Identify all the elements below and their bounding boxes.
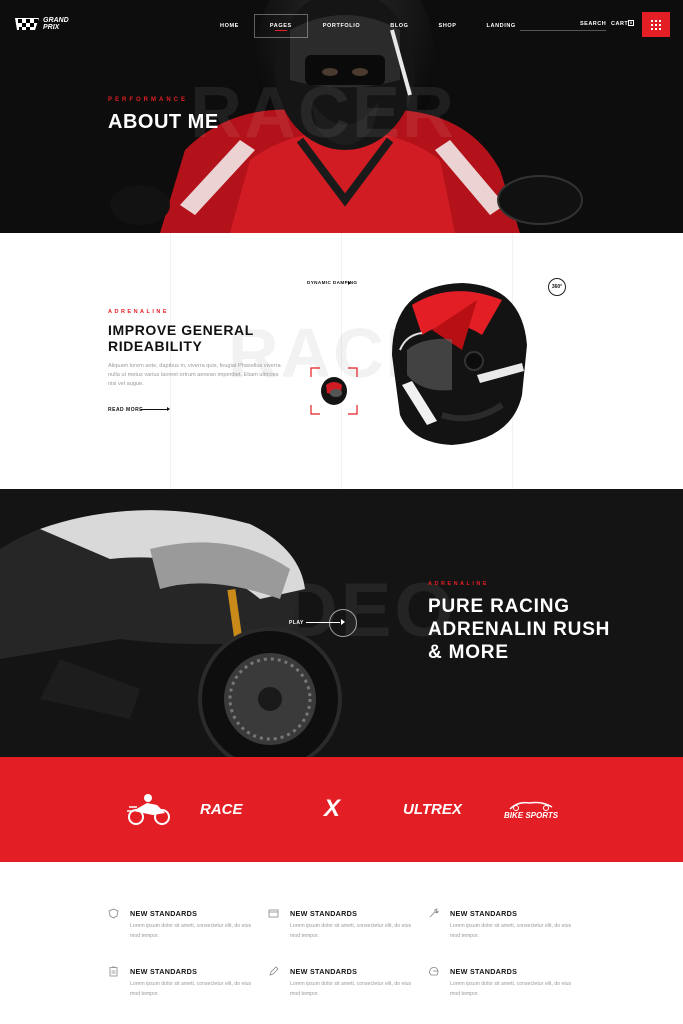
read-more-link[interactable]: READ MORE — [108, 407, 143, 413]
feature-body: Lorem ipsum dolor sit ameti, consectetur… — [130, 981, 252, 997]
nav-item-home[interactable]: HOME — [205, 14, 254, 38]
helmet-thumbnail[interactable] — [310, 367, 358, 415]
play-arrow-icon — [348, 281, 351, 285]
nav-item-pages[interactable]: PAGES — [253, 14, 308, 38]
page-title: ABOUT ME — [108, 111, 219, 133]
wrench-icon — [429, 908, 439, 918]
logo-line-2: PRIX — [43, 24, 60, 31]
logo-text: GRAND PRIX — [43, 17, 83, 31]
product-description: Aliquam lorem ante, dapibus in, viverra … — [108, 363, 281, 387]
window-icon — [268, 909, 279, 918]
moto-rider-logo — [127, 794, 170, 825]
pen-icon — [269, 966, 279, 976]
cart-button[interactable]: CART — [611, 21, 628, 27]
brand-ultrex: ULTREX — [403, 791, 462, 827]
feature-title: NEW STANDARDS — [450, 909, 518, 918]
feature-body: Lorem ipsum dolor sit ameti, consectetur… — [450, 923, 572, 939]
brand-bike-sports-text: BIKE SPORTS — [504, 810, 559, 820]
search-button[interactable]: SEARCH — [580, 21, 606, 27]
brand-logos-strip: RACE X ULTREX BIKE SPORTS — [0, 757, 683, 862]
menu-grid-button[interactable] — [642, 12, 670, 37]
feature-title: NEW STANDARDS — [290, 909, 358, 918]
feature-body: Lorem ipsum dolor sit ameti, consectetur… — [290, 923, 412, 939]
feature-title: NEW STANDARDS — [130, 967, 198, 976]
logo-line-1: GRAND — [43, 17, 69, 24]
features-section: NEW STANDARDS Lorem ipsum dolor sit amet… — [0, 862, 683, 1024]
feature-body: Lorem ipsum dolor sit ameti, consectetur… — [290, 981, 412, 997]
checkered-flag-icon — [15, 18, 39, 30]
feature-body: Lorem ipsum dolor sit ameti, consectetur… — [450, 981, 572, 997]
product-title: IMPROVE GENERAL RIDEABILITY — [108, 322, 254, 354]
search-underline — [520, 30, 606, 31]
main-nav: HOME PAGES PORTFOLIO BLOG SHOP LANDING — [205, 14, 531, 38]
brand-race: RACE — [200, 791, 243, 827]
brand-race-text: RACE — [200, 800, 243, 818]
brand-x: X — [324, 791, 340, 827]
rotate-360-badge[interactable]: 360° — [548, 278, 566, 296]
hero-kicker: PERFORMANCE — [108, 97, 189, 103]
nav-item-landing[interactable]: LANDING — [472, 14, 531, 38]
nav-item-blog[interactable]: BLOG — [375, 14, 423, 38]
feature-body: Lorem ipsum dolor sit ameti, consectetur… — [130, 923, 252, 939]
product-kicker: ADRENALINE — [108, 309, 170, 315]
video-section: VIDEO PLAY ADRENALINE PURE RACING ADRENA… — [0, 489, 683, 757]
arrow-right-icon — [141, 407, 170, 411]
site-logo[interactable]: GRAND PRIX — [14, 16, 83, 32]
nav-item-portfolio[interactable]: PORTFOLIO — [308, 14, 375, 38]
nav-item-shop[interactable]: SHOP — [424, 14, 472, 38]
feature-title: NEW STANDARDS — [290, 967, 358, 976]
grid-line — [170, 233, 171, 489]
cart-count-badge: 0 — [628, 20, 634, 26]
helmet-icon — [429, 967, 439, 976]
brand-ultrex-text: ULTREX — [403, 800, 462, 818]
bike-sports-logo-mark — [509, 801, 553, 811]
motorcycle-image — [0, 510, 342, 757]
hero-section: RACER PERFORMANCE ABOUT ME GRAND PRIX HO… — [0, 0, 683, 233]
video-kicker: ADRENALINE — [428, 581, 490, 587]
product-section: RACING ADRENALINE IMPROVE GENERAL RIDEAB… — [0, 233, 683, 489]
helmet-product-image — [392, 283, 527, 445]
clipboard-icon — [109, 966, 118, 977]
brand-x-text: X — [324, 795, 341, 822]
feature-title: NEW STANDARDS — [130, 909, 198, 918]
brand-bike-sports: BIKE SPORTS — [504, 791, 558, 827]
play-label[interactable]: PLAY — [289, 620, 304, 626]
play-icon — [341, 619, 345, 625]
hero-background-word: RACER — [190, 73, 457, 153]
feature-title: NEW STANDARDS — [450, 967, 518, 976]
shield-icon — [108, 908, 119, 919]
video-title: PURE RACING ADRENALIN RUSH & MORE — [428, 596, 611, 663]
